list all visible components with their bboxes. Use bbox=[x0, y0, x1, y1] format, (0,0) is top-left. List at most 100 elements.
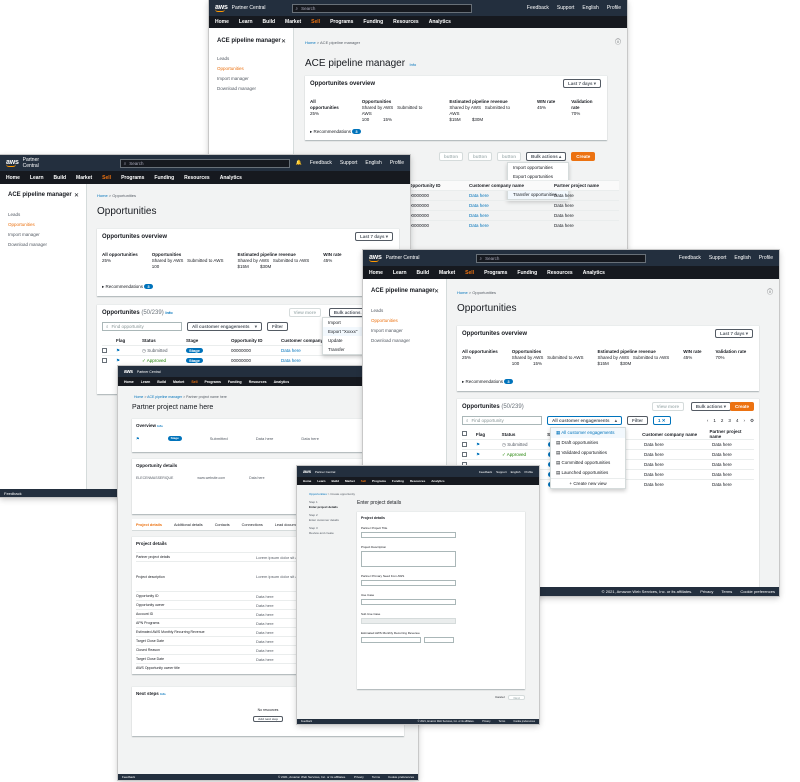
recommendations[interactable]: ▸ Recommendations 3 bbox=[462, 379, 513, 385]
row-checkbox[interactable] bbox=[462, 451, 467, 457]
brand[interactable]: aws Partner Central bbox=[215, 4, 266, 12]
flag-icon[interactable]: ⚑ bbox=[476, 442, 502, 448]
revenue-input[interactable] bbox=[361, 637, 421, 643]
nav-programs[interactable]: Programs bbox=[372, 479, 386, 483]
sidebar-item-leads[interactable]: Leads bbox=[8, 212, 78, 217]
view-more-button[interactable]: View more bbox=[651, 402, 684, 411]
feedback-link[interactable]: Feedback bbox=[479, 470, 492, 474]
footer-cookie[interactable]: Cookie preferences bbox=[388, 775, 414, 779]
tab-additional-details[interactable]: Additional details bbox=[174, 523, 203, 527]
profile-menu[interactable]: Profile bbox=[759, 255, 773, 261]
table-row[interactable]: ⚑ ✓ Approved Stage 00000000 Data here bbox=[102, 355, 394, 365]
footer-terms[interactable]: Terms bbox=[499, 720, 506, 723]
nav-resources[interactable]: Resources bbox=[410, 479, 425, 483]
range-select[interactable]: Last 7 days ▾ bbox=[562, 79, 601, 88]
brand[interactable]: aws Partner Central bbox=[124, 369, 161, 375]
gear-icon[interactable]: ⚙ bbox=[750, 418, 754, 424]
sidebar-item-import[interactable]: Import manager bbox=[217, 76, 285, 81]
crumb-opps[interactable]: Opportunities bbox=[309, 492, 327, 496]
support-menu[interactable]: Support bbox=[557, 5, 575, 11]
info-link[interactable]: Info bbox=[160, 692, 166, 696]
nav-learn[interactable]: Learn bbox=[141, 380, 151, 384]
find-opportunity-input[interactable]: ⌕ Find opportunity bbox=[102, 322, 182, 331]
nav-analytics[interactable]: Analytics bbox=[274, 380, 290, 384]
table-row[interactable]: 00000000 Data here Data here bbox=[409, 210, 619, 220]
ghost-button[interactable]: button bbox=[468, 152, 492, 161]
crumb-home[interactable]: Home bbox=[305, 40, 316, 45]
info-link[interactable]: Info bbox=[165, 310, 172, 315]
footer-terms[interactable]: Terms bbox=[721, 589, 732, 594]
page-4[interactable]: 4 bbox=[736, 418, 739, 424]
prev-page-icon[interactable]: ‹ bbox=[707, 418, 709, 424]
sidebar-item-opportunities[interactable]: Opportunities bbox=[8, 222, 78, 227]
step-1[interactable]: Enter project details bbox=[309, 505, 349, 510]
tab-connections[interactable]: Connections bbox=[242, 523, 263, 527]
range-select[interactable]: Last 7 days ▾ bbox=[354, 232, 393, 241]
footer-privacy[interactable]: Privacy bbox=[700, 589, 713, 594]
nav-build[interactable]: Build bbox=[157, 380, 166, 384]
table-row[interactable]: 00000000 Data here Data here bbox=[409, 220, 619, 230]
feedback-link[interactable]: Feedback bbox=[679, 255, 701, 261]
add-next-step-button[interactable]: Add next step bbox=[253, 716, 283, 722]
crumb-home[interactable]: Home bbox=[134, 395, 143, 399]
footer-privacy[interactable]: Privacy bbox=[354, 775, 364, 779]
menu-item-all[interactable]: ▦ All customer engagements bbox=[551, 428, 625, 438]
bulk-actions-button[interactable]: Bulk actions ▴ bbox=[526, 152, 567, 161]
nav-resources[interactable]: Resources bbox=[249, 380, 267, 384]
footer-feedback[interactable]: Feedback bbox=[122, 775, 135, 779]
nav-sell[interactable]: Sell bbox=[191, 380, 197, 384]
page-2[interactable]: 2 bbox=[721, 418, 724, 424]
nav-market[interactable]: Market bbox=[173, 380, 184, 384]
row-checkbox[interactable] bbox=[102, 357, 107, 363]
nav-learn[interactable]: Learn bbox=[393, 270, 407, 276]
nav-market[interactable]: Market bbox=[345, 479, 355, 483]
recommendations[interactable]: ▸ Recommendations 3 bbox=[102, 284, 153, 290]
search-input[interactable]: ⌕ Search bbox=[119, 158, 290, 168]
create-button[interactable]: Create bbox=[729, 402, 754, 411]
nav-funding[interactable]: Funding bbox=[154, 175, 174, 181]
nav-resources[interactable]: Resources bbox=[393, 19, 419, 25]
engagement-select[interactable]: All customer engagements ▾ bbox=[187, 322, 262, 331]
language-menu[interactable]: English bbox=[582, 5, 598, 11]
cell-company[interactable]: Data here bbox=[469, 203, 554, 208]
recommendations[interactable]: ▸ Recommendations 3 bbox=[310, 129, 361, 135]
engagement-select[interactable]: All customer engagements ▴ bbox=[547, 416, 622, 425]
next-page-icon[interactable]: › bbox=[743, 418, 745, 424]
view-more-button[interactable]: View more bbox=[288, 308, 321, 317]
close-icon[interactable]: ✕ bbox=[434, 288, 439, 295]
nav-home[interactable]: Home bbox=[369, 270, 383, 276]
nav-sell[interactable]: Sell bbox=[465, 270, 474, 276]
footer-terms[interactable]: Terms bbox=[372, 775, 380, 779]
nav-sell[interactable]: Sell bbox=[361, 479, 366, 483]
cell-company[interactable]: Data here bbox=[281, 348, 301, 353]
cell-company[interactable]: Data here bbox=[281, 358, 301, 363]
close-icon[interactable]: ✕ bbox=[281, 38, 286, 45]
nav-resources[interactable]: Resources bbox=[184, 175, 210, 181]
nav-analytics[interactable]: Analytics bbox=[429, 19, 451, 25]
filter-button[interactable]: Filter bbox=[627, 416, 649, 425]
nav-learn[interactable]: Learn bbox=[239, 19, 253, 25]
profile-menu[interactable]: Profile bbox=[524, 470, 533, 474]
nav-analytics[interactable]: Analytics bbox=[431, 479, 444, 483]
cell-company[interactable]: Data here bbox=[469, 213, 554, 218]
sidebar-item-download[interactable]: Download manager bbox=[8, 242, 78, 247]
flag-icon[interactable]: ⚑ bbox=[136, 436, 140, 441]
cell-company[interactable]: Data here bbox=[469, 193, 554, 198]
feedback-link[interactable]: Feedback bbox=[527, 5, 549, 11]
bell-icon[interactable]: 🔔 bbox=[296, 160, 302, 166]
tab-contacts[interactable]: Contacts bbox=[215, 523, 230, 527]
flag-icon[interactable]: ⚑ bbox=[116, 348, 142, 354]
menu-item-create-view[interactable]: + Create new view bbox=[551, 478, 625, 488]
info-icon[interactable]: ⓘ bbox=[615, 37, 621, 46]
nav-market[interactable]: Market bbox=[76, 175, 92, 181]
sidebar-item-leads[interactable]: Leads bbox=[217, 56, 285, 61]
menu-item-committed[interactable]: ▤ Committed opportunities bbox=[551, 458, 625, 468]
nav-sell[interactable]: Sell bbox=[102, 175, 111, 181]
filter-button[interactable]: Filter bbox=[267, 322, 289, 331]
nav-learn[interactable]: Learn bbox=[317, 479, 325, 483]
footer-privacy[interactable]: Privacy bbox=[482, 720, 490, 723]
cell-company[interactable]: Data here bbox=[469, 223, 554, 228]
target-date-input[interactable] bbox=[424, 637, 454, 643]
row-checkbox[interactable] bbox=[102, 347, 107, 353]
profile-menu[interactable]: Profile bbox=[390, 160, 404, 166]
